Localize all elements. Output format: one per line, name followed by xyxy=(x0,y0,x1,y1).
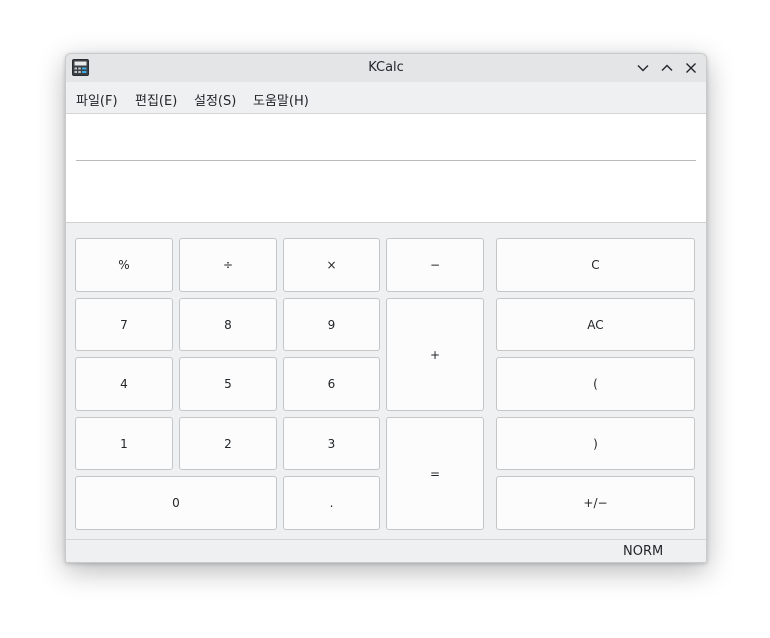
plus-button[interactable]: + xyxy=(386,298,484,411)
equals-button[interactable]: = xyxy=(386,417,484,530)
decimal-button[interactable]: . xyxy=(283,476,380,530)
three-button[interactable]: 3 xyxy=(283,417,380,470)
status-bar: NORM xyxy=(66,539,706,562)
title-bar: KCalc xyxy=(66,54,706,82)
close-paren-button[interactable]: ) xyxy=(496,417,695,470)
menu-help[interactable]: 도움말(H) xyxy=(253,90,309,109)
minus-button[interactable]: − xyxy=(386,238,484,292)
display-divider xyxy=(76,160,696,161)
four-button[interactable]: 4 xyxy=(75,357,173,411)
percent-button[interactable]: % xyxy=(75,238,173,292)
chevron-down-icon xyxy=(637,65,649,72)
zero-button[interactable]: 0 xyxy=(75,476,277,530)
sign-button[interactable]: +/− xyxy=(496,476,695,530)
maximize-button[interactable] xyxy=(657,58,677,78)
multiply-button[interactable]: × xyxy=(283,238,380,292)
menu-settings[interactable]: 설정(S) xyxy=(194,90,236,109)
menu-edit[interactable]: 편집(E) xyxy=(135,90,177,109)
open-paren-button[interactable]: ( xyxy=(496,357,695,411)
close-button[interactable] xyxy=(681,58,701,78)
mode-indicator: NORM xyxy=(623,544,664,559)
menu-file[interactable]: 파일(F) xyxy=(76,90,118,109)
seven-button[interactable]: 7 xyxy=(75,298,173,351)
one-button[interactable]: 1 xyxy=(75,417,173,470)
divide-button[interactable]: ÷ xyxy=(179,238,277,292)
chevron-up-icon xyxy=(661,64,673,71)
calculator-display xyxy=(66,114,706,223)
close-icon xyxy=(686,63,696,73)
five-button[interactable]: 5 xyxy=(179,357,277,411)
kcalc-window: KCalc 파일(F) 편집(E) 설정(S) 도움말(H) % ÷ × − C… xyxy=(65,53,707,563)
minimize-button[interactable] xyxy=(633,58,653,78)
nine-button[interactable]: 9 xyxy=(283,298,380,351)
six-button[interactable]: 6 xyxy=(283,357,380,411)
window-title: KCalc xyxy=(368,60,404,75)
menu-bar: 파일(F) 편집(E) 설정(S) 도움말(H) xyxy=(66,82,706,114)
all-clear-button[interactable]: AC xyxy=(496,298,695,351)
eight-button[interactable]: 8 xyxy=(179,298,277,351)
clear-button[interactable]: C xyxy=(496,238,695,292)
two-button[interactable]: 2 xyxy=(179,417,277,470)
